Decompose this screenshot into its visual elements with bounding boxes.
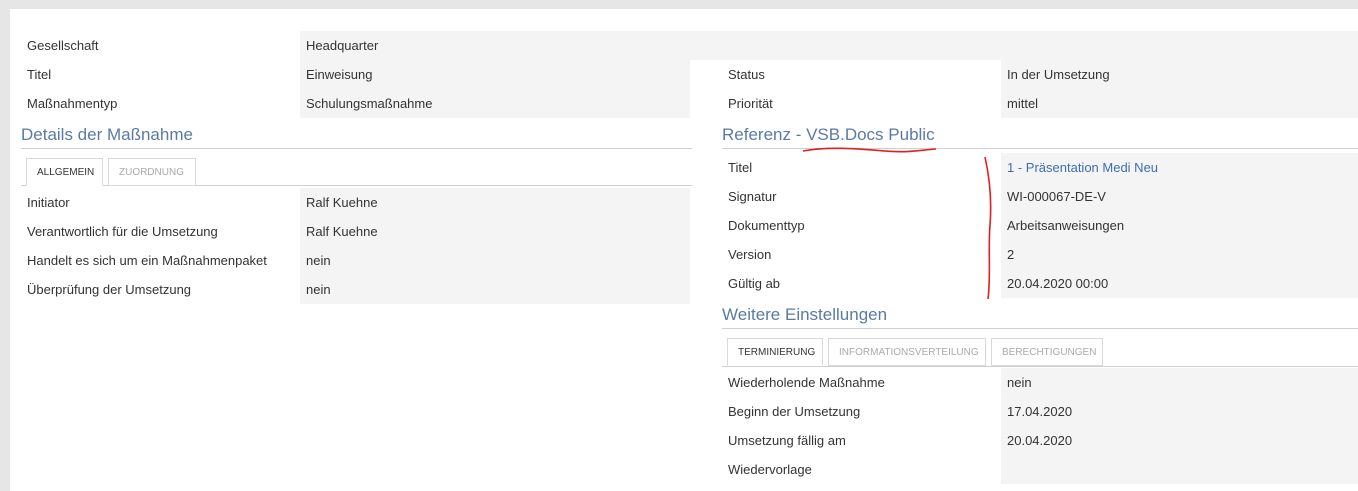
ref-titel-link[interactable]: 1 - Präsentation Medi Neu <box>1001 153 1358 182</box>
ref-titel-label: Titel <box>728 160 753 175</box>
gesellschaft-label: Gesellschaft <box>27 38 99 53</box>
verantwortlich-label: Verantwortlich für die Umsetzung <box>27 224 218 239</box>
gueltig-ab-value: 20.04.2020 00:00 <box>1001 269 1358 298</box>
titel-value: Einweisung <box>300 60 690 89</box>
tab-allgemein[interactable]: ALLGEMEIN <box>26 158 103 186</box>
gueltig-ab-label: Gültig ab <box>728 276 781 291</box>
prioritaet-value: mittel <box>1001 89 1358 118</box>
tab-informationsverteilung[interactable]: INFORMATIONSVERTEILUNG <box>828 338 986 366</box>
version-label: Version <box>728 247 772 262</box>
wiederholende-label: Wiederholende Maßnahme <box>728 375 885 390</box>
massnahmenpaket-label: Handelt es sich um ein Maßnahmenpaket <box>27 253 267 268</box>
verantwortlich-value: Ralf Kuehne <box>300 217 690 246</box>
wiedervorlage-label: Wiedervorlage <box>728 462 812 477</box>
initiator-label: Initiator <box>27 195 70 210</box>
massnahmentyp-label: Maßnahmentyp <box>27 96 118 111</box>
dokumenttyp-value: Arbeitsanweisungen <box>1001 211 1358 240</box>
details-divider <box>21 148 692 149</box>
titel-label: Titel <box>27 67 52 82</box>
tab-berechtigungen[interactable]: BERECHTIGUNGEN <box>991 338 1103 366</box>
tab-zuordnung[interactable]: ZUORDNUNG <box>108 158 196 186</box>
details-title: Details der Maßnahme <box>21 125 193 144</box>
status-label: Status <box>728 67 765 82</box>
initiator-value: Ralf Kuehne <box>300 188 690 217</box>
beginn-value: 17.04.2020 <box>1001 397 1358 426</box>
beginn-label: Beginn der Umsetzung <box>728 404 861 419</box>
signatur-label: Signatur <box>728 189 777 204</box>
referenz-title: Referenz - VSB.Docs Public <box>722 125 935 144</box>
weitere-divider <box>722 328 1358 329</box>
wiedervorlage-value <box>1001 455 1358 484</box>
referenz-divider <box>722 148 1358 149</box>
tab-terminierung[interactable]: TERMINIERUNG <box>727 338 823 366</box>
faellig-label: Umsetzung fällig am <box>728 433 846 448</box>
weitere-title: Weitere Einstellungen <box>722 305 888 324</box>
version-value: 2 <box>1001 240 1358 269</box>
massnahmenpaket-value: nein <box>300 246 690 275</box>
ueberpruefung-value: nein <box>300 275 690 304</box>
wiederholende-value: nein <box>1001 368 1358 397</box>
dokumenttyp-label: Dokumenttyp <box>728 218 805 233</box>
faellig-value: 20.04.2020 <box>1001 426 1358 455</box>
prioritaet-label: Priorität <box>728 96 773 111</box>
gesellschaft-value: Headquarter <box>300 31 1358 60</box>
signatur-value: WI-000067-DE-V <box>1001 182 1358 211</box>
massnahmentyp-value: Schulungsmaßnahme <box>300 89 690 118</box>
ueberpruefung-label: Überprüfung der Umsetzung <box>27 282 192 297</box>
status-value: In der Umsetzung <box>1001 60 1358 89</box>
